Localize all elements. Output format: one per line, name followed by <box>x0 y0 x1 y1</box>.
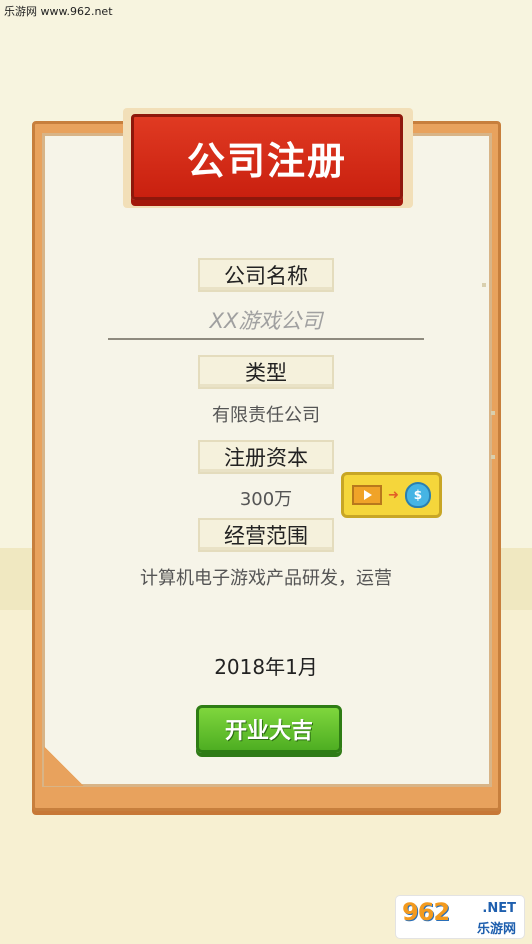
video-icon <box>352 485 383 505</box>
capital-label: 注册资本 <box>198 440 334 474</box>
scope-label: 经营范围 <box>198 518 334 552</box>
money-bag-icon: $ <box>404 482 431 508</box>
company-name-label: 公司名称 <box>198 258 334 292</box>
logo-cn-text: 乐游网 <box>476 922 516 937</box>
title-banner: 公司注册 <box>131 114 403 200</box>
logo-number: 962 <box>402 898 450 926</box>
open-business-button[interactable]: 开业大吉 <box>196 705 342 753</box>
company-name-input[interactable] <box>108 304 424 340</box>
paper-edge-mark <box>491 455 495 459</box>
logo-suffix: .NET <box>482 901 516 916</box>
capital-value: 300万 <box>239 489 293 510</box>
site-logo: 962 .NET 乐游网 <box>396 896 524 938</box>
type-label: 类型 <box>198 355 334 389</box>
type-value: 有限责任公司 <box>212 405 320 426</box>
watermark-text: 乐游网 www.962.net <box>4 5 113 18</box>
page-title: 公司注册 <box>186 138 347 183</box>
paper-fold-corner <box>44 746 84 786</box>
arrow-right-icon: ➜ <box>388 487 399 503</box>
watch-ad-for-capital-button[interactable]: ➜ $ <box>341 472 442 518</box>
scope-value: 计算机电子游戏产品研发，运营 <box>140 568 392 589</box>
paper-edge-mark <box>482 283 486 287</box>
registration-date: 2018年1月 <box>214 655 318 679</box>
